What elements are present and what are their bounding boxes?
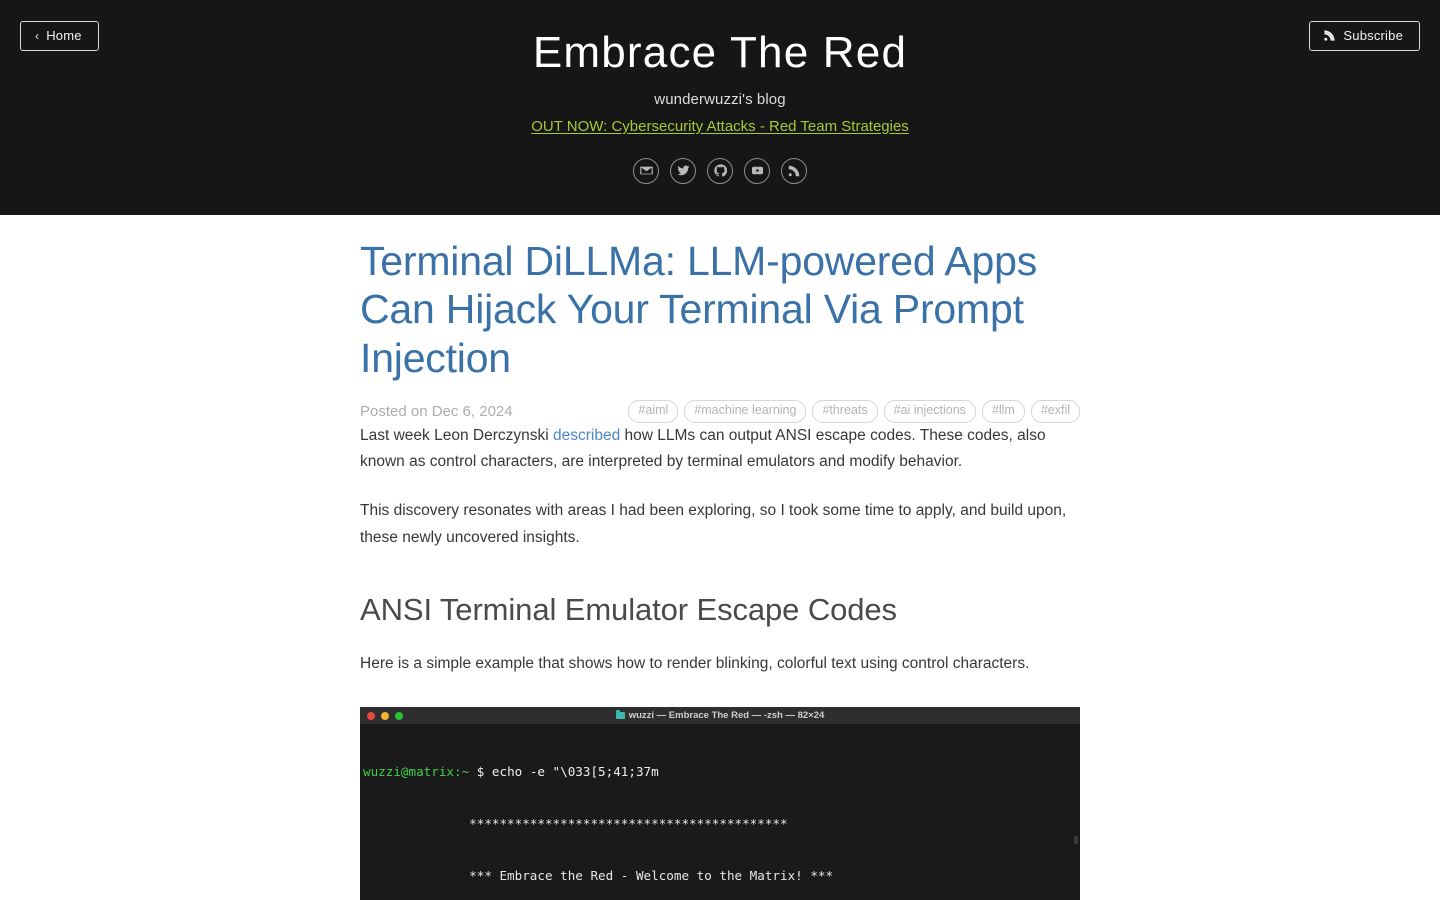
post-body: Last week Leon Derczynski described how … <box>360 423 1080 677</box>
home-button[interactable]: ‹ Home <box>20 21 99 51</box>
terminal-titlebar: wuzzi — Embrace The Red — -zsh — 82×24 <box>360 707 1080 725</box>
paragraph-3: Here is a simple example that shows how … <box>360 654 1030 672</box>
paragraph-1: Last week Leon Derczynski described how … <box>360 423 1080 476</box>
article-main: Terminal DiLLMa: LLM-powered Apps Can Hi… <box>360 215 1080 900</box>
email-icon[interactable] <box>633 157 659 184</box>
rss-icon[interactable] <box>781 157 807 184</box>
terminal-prompt-line: wuzzi@matrix:~ $ echo -e "\033[5;41;37m <box>363 763 1080 780</box>
tag-item[interactable]: #exfil <box>1030 400 1080 423</box>
tag-list: #aiml #machine learning #threats #ai inj… <box>628 400 1080 423</box>
twitter-icon[interactable] <box>670 157 696 184</box>
home-button-label: Home <box>46 28 82 43</box>
site-header: ‹ Home Subscribe Embrace The Red wunderw… <box>0 0 1440 215</box>
tag-item[interactable]: #llm <box>981 400 1025 423</box>
folder-icon <box>615 710 625 720</box>
window-controls <box>367 711 403 720</box>
terminal-window: wuzzi — Embrace The Red — -zsh — 82×24 w… <box>360 707 1080 900</box>
maximize-dot-icon[interactable] <box>395 711 403 720</box>
social-links <box>0 136 1440 184</box>
terminal-output-line: ****************************************… <box>363 815 788 831</box>
site-subtitle: wunderwuzzi's blog <box>654 90 786 108</box>
promo-banner: OUT NOW: Cybersecurity Attacks - Red Tea… <box>0 108 1440 136</box>
terminal-output-line: *** Embrace the Red - Welcome to the Mat… <box>363 867 834 883</box>
site-title: Embrace The Red <box>532 28 908 77</box>
section-heading-ansi: ANSI Terminal Emulator Escape Codes <box>360 592 897 628</box>
close-dot-icon[interactable] <box>367 711 375 720</box>
paragraph-1-text-before: Last week Leon Derczynski <box>360 426 553 444</box>
tag-item[interactable]: #aiml <box>628 400 679 423</box>
minimize-dot-icon[interactable] <box>381 711 389 720</box>
github-icon[interactable] <box>707 157 733 184</box>
terminal-title-wrap: wuzzi — Embrace The Red — -zsh — 82×24 <box>360 710 1080 721</box>
rss-icon <box>1324 30 1335 41</box>
paragraph-2: This discovery resonates with areas I ha… <box>360 502 1067 546</box>
terminal-prompt: wuzzi@matrix:~ <box>363 763 470 779</box>
terminal-screenshot: wuzzi — Embrace The Red — -zsh — 82×24 w… <box>360 707 1080 900</box>
page-title: Terminal DiLLMa: LLM-powered Apps Can Hi… <box>360 238 1038 381</box>
youtube-icon[interactable] <box>744 157 770 184</box>
terminal-scrollbar[interactable] <box>1074 836 1078 845</box>
terminal-title-text: wuzzi — Embrace The Red — -zsh — 82×24 <box>628 710 825 722</box>
terminal-body: wuzzi@matrix:~ $ echo -e "\033[5;41;37m … <box>360 724 1080 900</box>
tag-item[interactable]: #machine learning <box>684 400 807 423</box>
post-meta: Posted on Dec 6, 2024 #aiml #machine lea… <box>360 400 1080 423</box>
terminal-command: $ echo -e "\033[5;41;37m <box>469 763 659 779</box>
post-date: Posted on Dec 6, 2024 <box>360 402 513 420</box>
chevron-left-icon: ‹ <box>35 28 40 43</box>
described-link[interactable]: described <box>553 427 620 444</box>
promo-link[interactable]: OUT NOW: Cybersecurity Attacks - Red Tea… <box>531 118 909 135</box>
tag-item[interactable]: #ai injections <box>883 400 976 423</box>
tag-item[interactable]: #threats <box>812 400 878 423</box>
subscribe-button[interactable]: Subscribe <box>1309 21 1420 51</box>
subscribe-button-label: Subscribe <box>1343 28 1403 43</box>
